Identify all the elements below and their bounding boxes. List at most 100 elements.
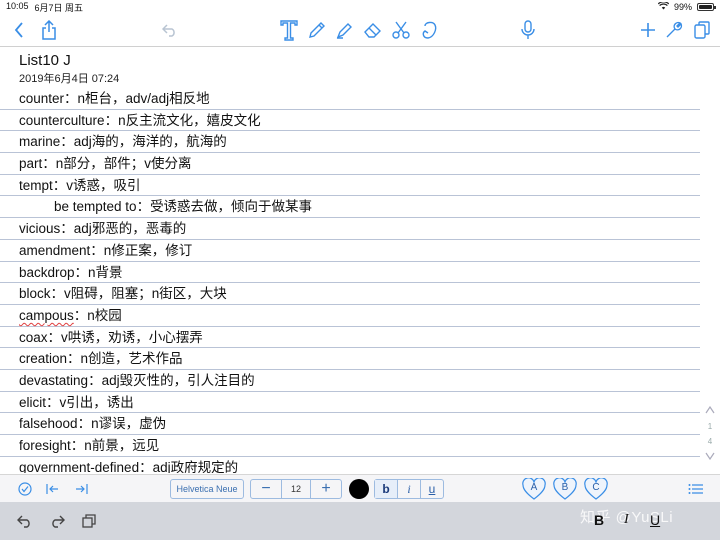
vocab-definition: n修正案，修订 <box>103 242 193 258</box>
note-body[interactable]: counter：n柜台，adv/adj相反地 counterculture：n反主… <box>0 88 700 473</box>
indent-icon[interactable] <box>72 479 90 499</box>
note-line[interactable]: amendment：n修正案，修订 <box>0 240 700 262</box>
vocab-definition: n创造，艺术作品 <box>80 351 183 367</box>
underline-button[interactable]: u <box>420 480 443 498</box>
vocab-word: government-defined <box>19 459 140 473</box>
note-line[interactable]: devastating：adj毁灭性的，引人注目的 <box>0 370 700 392</box>
vocab-word: creation <box>19 351 68 367</box>
note-line[interactable]: government-defined：adj政府规定的 <box>0 457 700 473</box>
font-selector-button[interactable]: Helvetica Neue <box>170 479 244 499</box>
note-line[interactable]: marine：adj海的，海洋的，航海的 <box>0 131 700 154</box>
vocab-definition: adj海的，海洋的，航海的 <box>73 134 227 150</box>
vocab-word: counter <box>19 91 65 106</box>
vocab-definition: v阻碍，阻塞；n街区，大块 <box>64 286 227 302</box>
vocab-word: falsehood <box>19 416 78 432</box>
highlighter-icon[interactable] <box>334 14 356 46</box>
note-line[interactable]: coax：v哄诱，劝诱，小心摆弄 <box>0 327 700 349</box>
note-date: 2019年6月4日 07:24 <box>19 73 120 85</box>
keyboard-redo-icon[interactable] <box>46 510 68 532</box>
vocab-word: vicious <box>19 221 61 237</box>
vocab-word: backdrop <box>19 264 75 280</box>
vocab-definition: adj政府规定的 <box>152 459 239 473</box>
italic-button[interactable]: i <box>397 480 420 498</box>
note-line[interactable]: creation：n创造，艺术作品 <box>0 348 700 370</box>
style-c-button[interactable]: C <box>584 478 608 500</box>
vocab-word: campous <box>19 307 74 323</box>
pen-tool-icon[interactable] <box>306 14 328 46</box>
bold-button[interactable]: b <box>375 480 397 498</box>
vocab-word: part <box>19 156 43 172</box>
vocab-separator: ： <box>77 416 92 432</box>
microphone-icon[interactable] <box>518 14 538 46</box>
font-size-decrease-button[interactable]: − <box>251 480 281 498</box>
vocab-separator: ： <box>74 264 89 280</box>
vocab-separator: ： <box>52 177 67 193</box>
note-line[interactable]: elicit：v引出，诱出 <box>0 392 700 414</box>
add-icon[interactable] <box>638 14 658 46</box>
vocab-separator: ： <box>47 329 62 345</box>
font-size-increase-button[interactable]: + <box>311 480 341 498</box>
vocab-definition: n校园 <box>87 307 122 323</box>
vocab-separator: ： <box>60 134 74 150</box>
text-color-button[interactable] <box>349 479 369 499</box>
note-line[interactable]: campous：n校园 <box>0 305 700 327</box>
vocab-separator: ： <box>73 307 88 323</box>
note-title[interactable]: List10 J <box>19 52 71 69</box>
note-line[interactable]: foresight：n前景，远见 <box>0 435 700 457</box>
vocab-definition: v诱惑，吸引 <box>66 177 141 193</box>
vocab-definition: n部分，部件；v使分离 <box>55 156 192 172</box>
keyboard-underline-button[interactable]: U <box>650 512 660 528</box>
style-c-label: C <box>592 482 600 493</box>
lasso-icon[interactable] <box>418 14 440 46</box>
share-icon[interactable] <box>38 14 60 46</box>
note-line[interactable]: counter：n柜台，adv/adj相反地 <box>0 88 700 110</box>
wifi-icon <box>657 1 670 12</box>
vocab-separator: ： <box>46 394 60 410</box>
style-a-label: A <box>530 482 538 493</box>
vocab-word: devastating <box>19 372 89 388</box>
vocab-separator: ： <box>88 372 102 388</box>
undo-icon[interactable] <box>160 14 180 46</box>
note-line[interactable]: part：n部分，部件；v使分离 <box>0 153 700 175</box>
format-toolbar: Helvetica Neue − 12 + b i u A B C <box>0 474 720 502</box>
page-scroll-indicator[interactable]: 1 4 <box>703 406 717 466</box>
vocab-definition: n前景，远见 <box>84 438 160 453</box>
text-style-group: b i u <box>374 479 444 499</box>
style-b-label: B <box>561 482 569 493</box>
vocab-word: coax <box>19 329 48 345</box>
note-line[interactable]: tempt：v诱惑，吸引 <box>0 175 700 197</box>
vocab-separator: ： <box>64 91 78 106</box>
keyboard-bold-button[interactable]: B <box>594 512 604 528</box>
keyboard-paste-icon[interactable] <box>78 510 100 532</box>
keyboard-undo-icon[interactable] <box>14 510 36 532</box>
vocab-word: tempt <box>19 177 53 193</box>
scissors-icon[interactable] <box>390 14 412 46</box>
style-a-button[interactable]: A <box>522 478 546 500</box>
checkmark-circle-icon[interactable] <box>16 479 34 499</box>
font-size-value: 12 <box>281 480 311 498</box>
note-line[interactable]: be tempted to：受诱惑去做，倾向于做某事 <box>0 196 700 219</box>
text-tool-icon[interactable] <box>278 14 300 46</box>
vocab-word: amendment <box>19 242 91 258</box>
wrench-icon[interactable] <box>664 14 684 46</box>
note-line[interactable]: block：v阻碍，阻塞；n街区，大块 <box>0 283 700 305</box>
vocab-definition: n反主流文化，嬉皮文化 <box>118 112 261 128</box>
note-line[interactable]: vicious：adj邪恶的，恶毒的 <box>0 218 700 240</box>
list-icon[interactable] <box>686 479 706 499</box>
style-b-button[interactable]: B <box>553 478 577 500</box>
outdent-icon[interactable] <box>44 479 62 499</box>
pages-icon[interactable] <box>692 14 712 46</box>
battery-percent: 99% <box>673 2 692 12</box>
vocab-separator: ： <box>139 459 153 473</box>
vocab-word: be tempted to <box>54 199 137 215</box>
back-chevron-icon[interactable] <box>10 14 28 46</box>
vocab-definition: adj毁灭性的，引人注目的 <box>101 372 255 388</box>
eraser-icon[interactable] <box>362 14 384 46</box>
note-line[interactable]: backdrop：n背景 <box>0 262 700 284</box>
note-line[interactable]: counterculture：n反主流文化，嬉皮文化 <box>0 110 700 132</box>
vocab-definition: v引出，诱出 <box>59 394 134 410</box>
keyboard-italic-button[interactable]: I <box>624 512 629 528</box>
note-line[interactable]: falsehood：n谬误，虚伪 <box>0 413 700 435</box>
vocab-word: marine <box>19 134 61 150</box>
vocab-separator: ： <box>42 156 56 172</box>
